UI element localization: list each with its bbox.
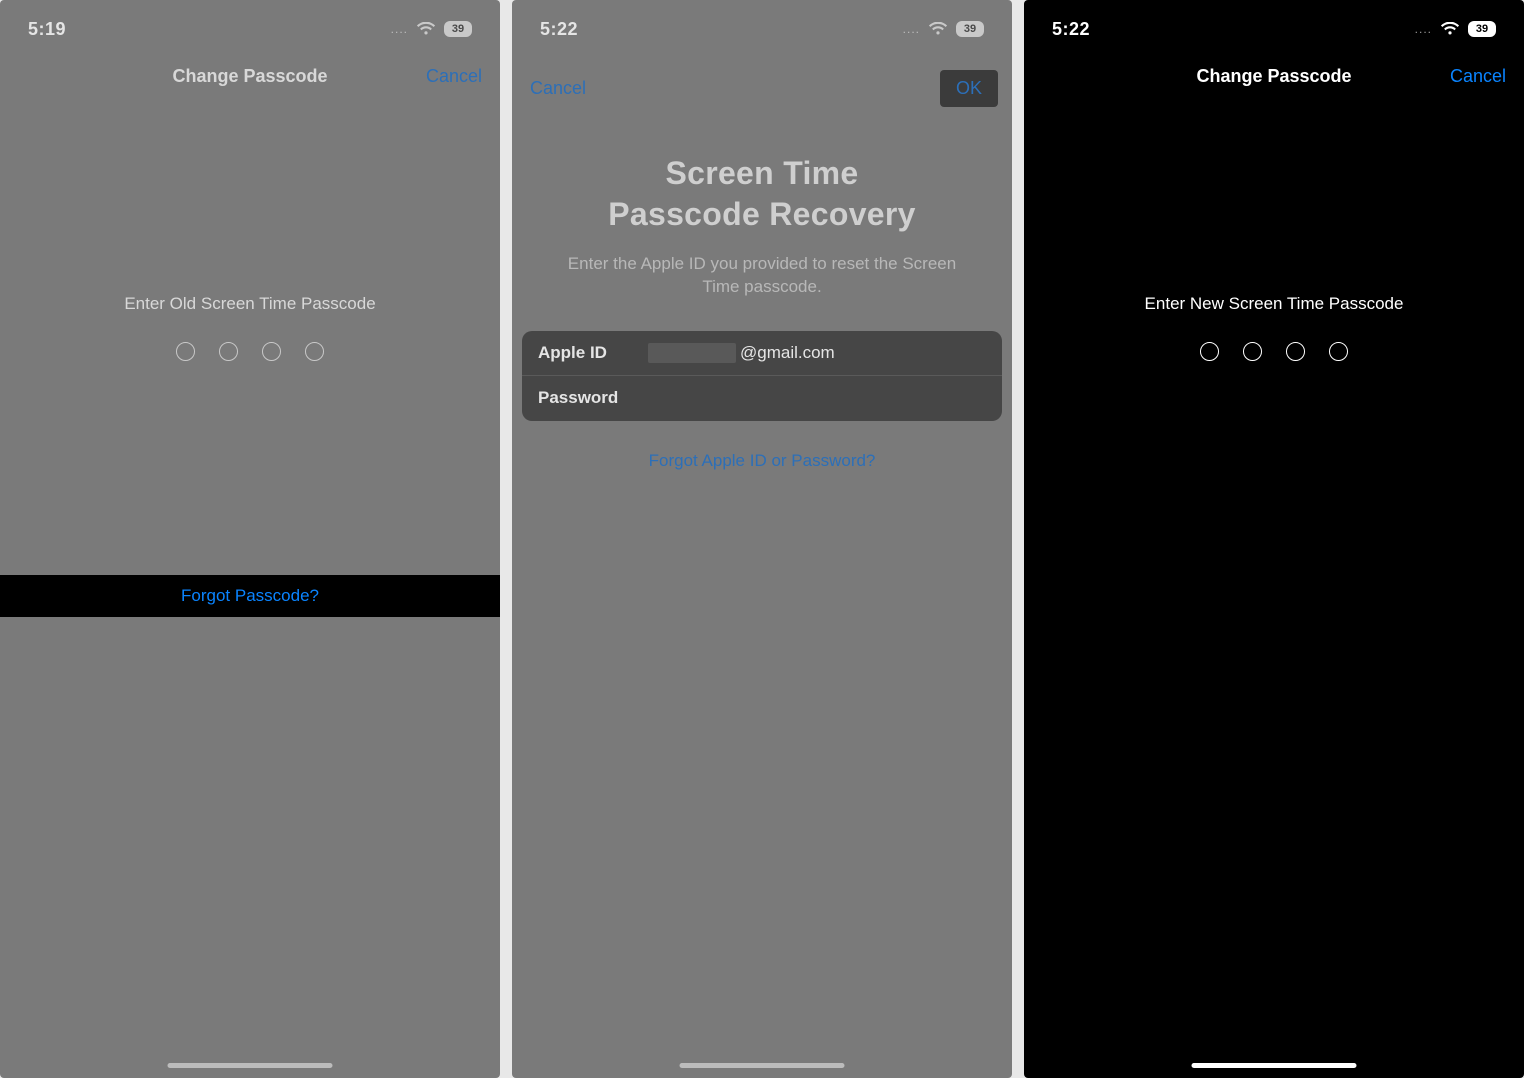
forgot-apple-id-link[interactable]: Forgot Apple ID or Password? bbox=[512, 451, 1012, 471]
recovery-title: Screen Time Passcode Recovery bbox=[512, 153, 1012, 235]
apple-id-label: Apple ID bbox=[538, 343, 648, 363]
passcode-dot bbox=[1200, 342, 1219, 361]
apple-id-redacted bbox=[648, 343, 736, 363]
passcode-dot bbox=[1286, 342, 1305, 361]
credentials-form: Apple ID @gmail.com Password bbox=[522, 331, 1002, 421]
passcode-dot bbox=[1329, 342, 1348, 361]
apple-id-domain: @gmail.com bbox=[740, 343, 835, 363]
status-bar: 5:22 .... 39 bbox=[1024, 0, 1524, 54]
battery-icon: 39 bbox=[1468, 21, 1496, 37]
nav-title: Change Passcode bbox=[172, 66, 327, 87]
status-time: 5:22 bbox=[540, 19, 578, 40]
battery-icon: 39 bbox=[444, 21, 472, 37]
battery-level: 39 bbox=[1476, 23, 1488, 35]
screen-old-passcode: 5:19 .... 39 Change Passcode Cancel Ente… bbox=[0, 0, 500, 1078]
nav-title: Change Passcode bbox=[1196, 66, 1351, 87]
status-bar: 5:22 .... 39 bbox=[512, 0, 1012, 54]
status-right: .... 39 bbox=[1415, 21, 1496, 37]
home-indicator[interactable] bbox=[168, 1063, 333, 1068]
wifi-icon bbox=[928, 22, 948, 36]
passcode-dot bbox=[176, 342, 195, 361]
battery-level: 39 bbox=[452, 23, 464, 35]
status-bar: 5:19 .... 39 bbox=[0, 0, 500, 54]
battery-icon: 39 bbox=[956, 21, 984, 37]
status-right: .... 39 bbox=[391, 21, 472, 37]
cellular-dots-icon: .... bbox=[391, 22, 408, 36]
passcode-prompt: Enter Old Screen Time Passcode bbox=[0, 294, 500, 314]
passcode-dot bbox=[219, 342, 238, 361]
forgot-passcode-link[interactable]: Forgot Passcode? bbox=[181, 586, 319, 606]
screen-recovery: 5:22 .... 39 Cancel OK Screen Time Passc… bbox=[512, 0, 1012, 1078]
sheet-nav: Cancel OK bbox=[512, 54, 1012, 117]
home-indicator[interactable] bbox=[1192, 1063, 1357, 1068]
title-line2: Passcode Recovery bbox=[608, 196, 916, 232]
passcode-dots[interactable] bbox=[0, 342, 500, 361]
passcode-dots[interactable] bbox=[1024, 342, 1524, 361]
forgot-passcode-bar: Forgot Passcode? bbox=[0, 575, 500, 617]
cellular-dots-icon: .... bbox=[903, 22, 920, 36]
nav-bar: Change Passcode Cancel bbox=[1024, 54, 1524, 98]
title-line1: Screen Time bbox=[665, 155, 858, 191]
password-label: Password bbox=[538, 388, 648, 408]
apple-id-row[interactable]: Apple ID @gmail.com bbox=[522, 331, 1002, 376]
ok-button[interactable]: OK bbox=[940, 70, 998, 107]
status-time: 5:22 bbox=[1052, 19, 1090, 40]
passcode-prompt: Enter New Screen Time Passcode bbox=[1024, 294, 1524, 314]
cancel-button[interactable]: Cancel bbox=[426, 66, 482, 87]
home-indicator[interactable] bbox=[680, 1063, 845, 1068]
recovery-subtitle: Enter the Apple ID you provided to reset… bbox=[512, 253, 1012, 299]
screen-new-passcode: 5:22 .... 39 Change Passcode Cancel Ente… bbox=[1024, 0, 1524, 1078]
battery-level: 39 bbox=[964, 23, 976, 35]
status-right: .... 39 bbox=[903, 21, 984, 37]
wifi-icon bbox=[416, 22, 436, 36]
wifi-icon bbox=[1440, 22, 1460, 36]
cancel-button[interactable]: Cancel bbox=[1450, 66, 1506, 87]
passcode-dot bbox=[305, 342, 324, 361]
nav-bar: Change Passcode Cancel bbox=[0, 54, 500, 98]
cellular-dots-icon: .... bbox=[1415, 22, 1432, 36]
passcode-dot bbox=[262, 342, 281, 361]
status-time: 5:19 bbox=[28, 19, 66, 40]
passcode-dot bbox=[1243, 342, 1262, 361]
cancel-button[interactable]: Cancel bbox=[530, 78, 586, 99]
password-row[interactable]: Password bbox=[522, 376, 1002, 421]
apple-id-value: @gmail.com bbox=[648, 343, 835, 363]
